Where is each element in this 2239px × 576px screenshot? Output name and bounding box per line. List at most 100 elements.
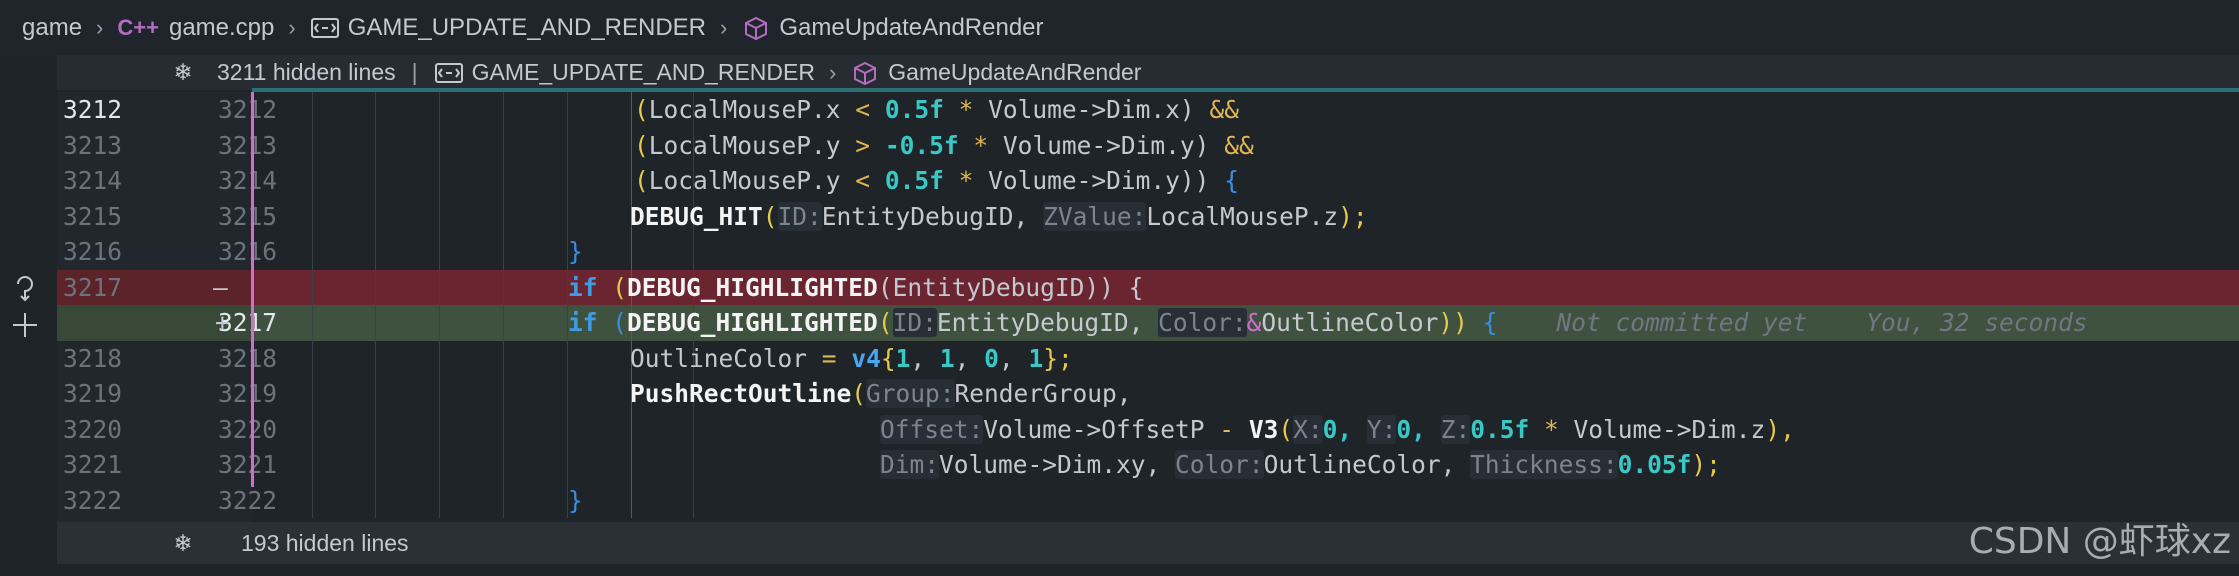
code-line[interactable]: 3218 3218 OutlineColor = v4{1, 1, 0, 1}; [57, 340, 2239, 377]
old-line-number: 3212 [62, 95, 122, 124]
breadcrumb-folder[interactable]: game [22, 14, 82, 42]
code-token: OutlineColor, [1263, 450, 1456, 479]
new-line-number: 3220 [217, 414, 277, 444]
fold-snowflake-icon[interactable]: ❄ [149, 530, 217, 557]
code-text: Offset:Volume->OffsetP - V3(X:0, Y:0, Z:… [880, 412, 1795, 448]
new-line-number: 3222 [217, 485, 277, 515]
code-line[interactable]: 3221 3221 Dim:Volume->Dim.xy, Color:Outlin… [57, 447, 2239, 483]
cube-function-icon [854, 61, 877, 85]
code-token: f [929, 166, 944, 195]
code-token: Volume->Dim.xy, [939, 450, 1161, 479]
code-token: -0.5 [884, 130, 944, 160]
revert-change-icon[interactable] [12, 274, 38, 304]
code-line[interactable]: 3212 3212 (LocalMouseP.x < 0.5f * Volume->… [57, 92, 2239, 128]
indent-guide [312, 447, 313, 483]
indent-guide [375, 482, 376, 518]
indent-guide [312, 269, 313, 305]
code-line[interactable]: 3217 — if (DEBUG_HIGHLIGHTED(EntityDebugID… [57, 269, 2239, 305]
indent-guide [567, 411, 568, 447]
code-token: { [880, 343, 896, 373]
old-line-number: 3216 [62, 237, 122, 266]
code-line[interactable]: 3222 3222} [57, 482, 2239, 518]
code-text: OutlineColor = v4{1, 1, 0, 1}; [630, 341, 1073, 377]
inlay-hint: Dim: [880, 450, 940, 479]
old-line-number: 3215 [62, 201, 122, 231]
inlay-hint: Offset: [880, 414, 984, 444]
code-token: 1 [939, 343, 955, 373]
indent-guide [312, 305, 313, 341]
code-token: LocalMouseP.z [1146, 201, 1339, 231]
code-token: } [568, 237, 583, 266]
indent-guide [375, 234, 376, 270]
breadcrumb-function[interactable]: GameUpdateAndRender [779, 14, 1043, 42]
breadcrumb-macro[interactable]: GAME_UPDATE_AND_RENDER [348, 14, 706, 42]
indent-guide [693, 447, 694, 483]
chevron-right-icon: › [720, 14, 728, 40]
indent-guide [439, 305, 440, 341]
indent-guide [375, 92, 376, 128]
code-token: ); [1691, 450, 1721, 479]
code-token: LocalMouseP.x [648, 95, 841, 124]
new-line-number: 3219 [217, 379, 277, 408]
code-line[interactable]: 3220 3220 Offset:Volume->OffsetP - V3(X:0,… [57, 411, 2239, 448]
inlay-hint: Color: [1158, 308, 1247, 337]
code-token: ( [612, 308, 628, 337]
fold-snowflake-icon[interactable]: ❄ [149, 59, 217, 86]
indent-guide [503, 376, 504, 412]
new-line-number: 3213 [217, 130, 277, 160]
code-token: DEBUG_HIGHLIGHTED [627, 308, 878, 337]
indent-guide [312, 376, 313, 412]
code-token: Volume->Dim.z [1573, 414, 1766, 444]
sticky-function[interactable]: GameUpdateAndRender [888, 59, 1141, 86]
plus-icon[interactable] [10, 310, 40, 340]
breadcrumb-file[interactable]: game.cpp [169, 14, 274, 42]
indent-guide [312, 163, 313, 199]
code-text: PushRectOutline(Group:RenderGroup, [630, 376, 1132, 412]
code-token: Volume->Dim.y) [1002, 130, 1210, 160]
code-token: (EntityDebugID)) [877, 272, 1114, 302]
sticky-macro[interactable]: GAME_UPDATE_AND_RENDER [472, 59, 815, 86]
macro-symbol-icon [434, 62, 463, 83]
code-line[interactable]: 3216 3216} [57, 234, 2239, 270]
indent-guide [567, 163, 568, 199]
code-token: - [1219, 414, 1235, 444]
code-token: * [973, 130, 989, 160]
code-line[interactable]: 3215 3215 DEBUG_HIT(ID:EntityDebugID, ZVal… [57, 198, 2239, 234]
code-token: && [1224, 130, 1254, 160]
code-line[interactable]: 3219 3219 PushRectOutline(Group:RenderGrou… [57, 376, 2239, 412]
code-line[interactable]: 3217 + if (DEBUG_HIGHLIGHTED(ID:EntityDebu… [57, 305, 2239, 341]
indent-guide [439, 234, 440, 270]
indent-guide [631, 92, 632, 128]
code-line[interactable]: 3213 3213 (LocalMouseP.y > -0.5f * Volume-… [57, 127, 2239, 163]
chevron-right-icon: › [96, 14, 104, 40]
code-token: ( [851, 379, 867, 408]
hidden-lines-top[interactable]: 3211 hidden lines [217, 59, 396, 86]
old-line-number: 3222 [62, 485, 122, 515]
code-token: ( [612, 272, 628, 302]
indent-guide [312, 340, 313, 376]
indent-guide [693, 411, 694, 447]
code-line[interactable]: 3214 3214 (LocalMouseP.y < 0.5f * Volume->… [57, 163, 2239, 199]
indent-guide [567, 127, 568, 163]
indent-guide [631, 127, 632, 163]
code-token: if [568, 308, 598, 337]
code-token: & [1246, 308, 1262, 337]
indent-guide [312, 482, 313, 518]
code-token: 0 [984, 343, 999, 373]
cpp-file-icon: C++ [117, 14, 159, 40]
indent-guide [503, 269, 504, 305]
indent-guide [375, 340, 376, 376]
chevron-right-icon: › [288, 14, 296, 40]
code-token: f [1676, 450, 1692, 479]
hidden-lines-bottom[interactable]: 193 hidden lines [241, 530, 409, 557]
code-token: LocalMouseP.y [648, 166, 841, 195]
